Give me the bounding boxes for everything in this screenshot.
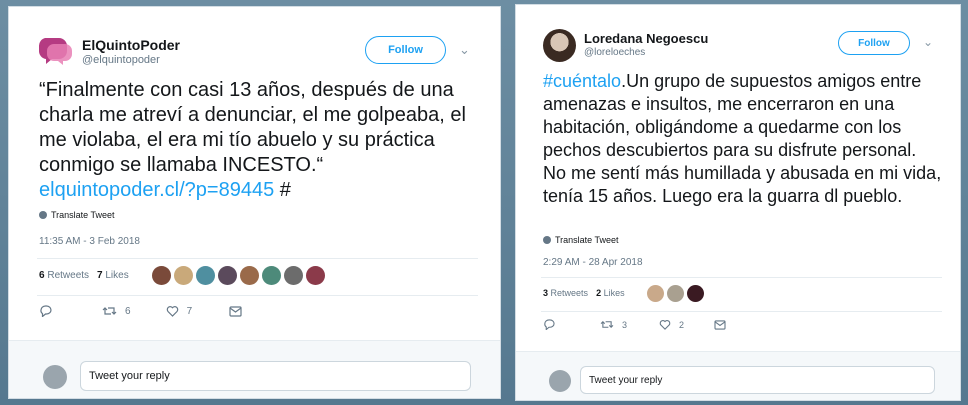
- follow-button[interactable]: Follow: [838, 31, 910, 55]
- tweet-actions: 3 2: [543, 319, 726, 330]
- chevron-down-icon[interactable]: ⌄: [459, 42, 470, 58]
- avatar[interactable]: [306, 266, 325, 285]
- avatar: [549, 370, 571, 392]
- translate-tweet[interactable]: Translate Tweet: [543, 235, 619, 245]
- retweets-stat[interactable]: 3 Retweets: [543, 288, 588, 298]
- reply-section: Tweet your reply: [516, 351, 960, 400]
- like-button[interactable]: 2: [659, 319, 684, 330]
- retweet-button[interactable]: 6: [102, 305, 131, 317]
- reply-button[interactable]: [39, 305, 52, 317]
- avatar[interactable]: [667, 285, 684, 302]
- tweet-card-loredana: Loredana Negoescu @loreloeches Follow ⌄ …: [515, 4, 961, 401]
- reply-input[interactable]: Tweet your reply: [80, 361, 471, 391]
- avatar[interactable]: [218, 266, 237, 285]
- avatar: [43, 365, 67, 389]
- hashtag-link[interactable]: #cuéntalo: [543, 71, 621, 91]
- like-button[interactable]: 7: [166, 305, 192, 317]
- divider: [541, 311, 942, 312]
- likes-stat[interactable]: 2 Likes: [596, 288, 625, 298]
- likes-stat[interactable]: 7 Likes: [97, 270, 129, 281]
- tweet-text: #cuéntalo.Un grupo de supuestos amigos e…: [543, 71, 942, 206]
- avatar[interactable]: [196, 266, 215, 285]
- retweet-icon: [600, 320, 614, 329]
- avatar[interactable]: [284, 266, 303, 285]
- avatar[interactable]: [240, 266, 259, 285]
- chevron-down-icon[interactable]: ⌄: [923, 35, 933, 49]
- author-name[interactable]: ElQuintoPoder: [82, 37, 180, 53]
- retweets-stat[interactable]: 6 Retweets: [39, 270, 89, 281]
- tweet-timestamp[interactable]: 11:35 AM - 3 Feb 2018: [39, 236, 140, 247]
- avatar[interactable]: [174, 266, 193, 285]
- likers-avatars: [647, 285, 704, 302]
- avatar[interactable]: [262, 266, 281, 285]
- engagement-stats: 6 Retweets 7 Likes: [39, 270, 129, 281]
- avatar[interactable]: [152, 266, 171, 285]
- reply-button[interactable]: [543, 319, 555, 330]
- reply-section: Tweet your reply: [9, 340, 500, 398]
- engagement-stats: 3 Retweets 2 Likes: [543, 288, 625, 298]
- avatar[interactable]: [687, 285, 704, 302]
- follow-button[interactable]: Follow: [365, 36, 446, 64]
- tweet-card-elquintopoder: ElQuintoPoder @elquintopoder Follow ⌄ “F…: [8, 6, 501, 399]
- globe-icon: [543, 236, 551, 244]
- likers-avatars: [152, 266, 325, 285]
- divider: [37, 258, 478, 259]
- envelope-icon: [229, 305, 242, 317]
- divider: [37, 295, 478, 296]
- tweet-timestamp[interactable]: 2:29 AM - 28 Apr 2018: [543, 257, 643, 268]
- reply-icon: [40, 305, 52, 317]
- author-name[interactable]: Loredana Negoescu: [584, 31, 708, 46]
- heart-icon: [659, 319, 671, 330]
- divider: [541, 277, 942, 278]
- reply-icon: [544, 319, 555, 330]
- avatar[interactable]: [543, 29, 576, 62]
- retweet-icon: [102, 307, 117, 315]
- tweet-text: “Finalmente con casi 13 años, después de…: [39, 79, 466, 201]
- dm-button[interactable]: [229, 305, 242, 317]
- globe-icon: [39, 211, 47, 219]
- retweet-button[interactable]: 3: [600, 319, 627, 330]
- envelope-icon: [714, 319, 726, 330]
- heart-icon: [166, 306, 178, 317]
- tweet-actions: 6 7: [39, 305, 242, 317]
- reply-input[interactable]: Tweet your reply: [580, 366, 935, 394]
- tweet-link[interactable]: elquintopoder.cl/?p=89445: [39, 179, 274, 201]
- author-handle[interactable]: @elquintopoder: [82, 54, 160, 66]
- author-handle[interactable]: @loreloeches: [584, 47, 645, 58]
- elquintopoder-logo-icon[interactable]: [39, 36, 73, 66]
- avatar[interactable]: [647, 285, 664, 302]
- dm-button[interactable]: [714, 319, 726, 330]
- translate-tweet[interactable]: Translate Tweet: [39, 210, 115, 220]
